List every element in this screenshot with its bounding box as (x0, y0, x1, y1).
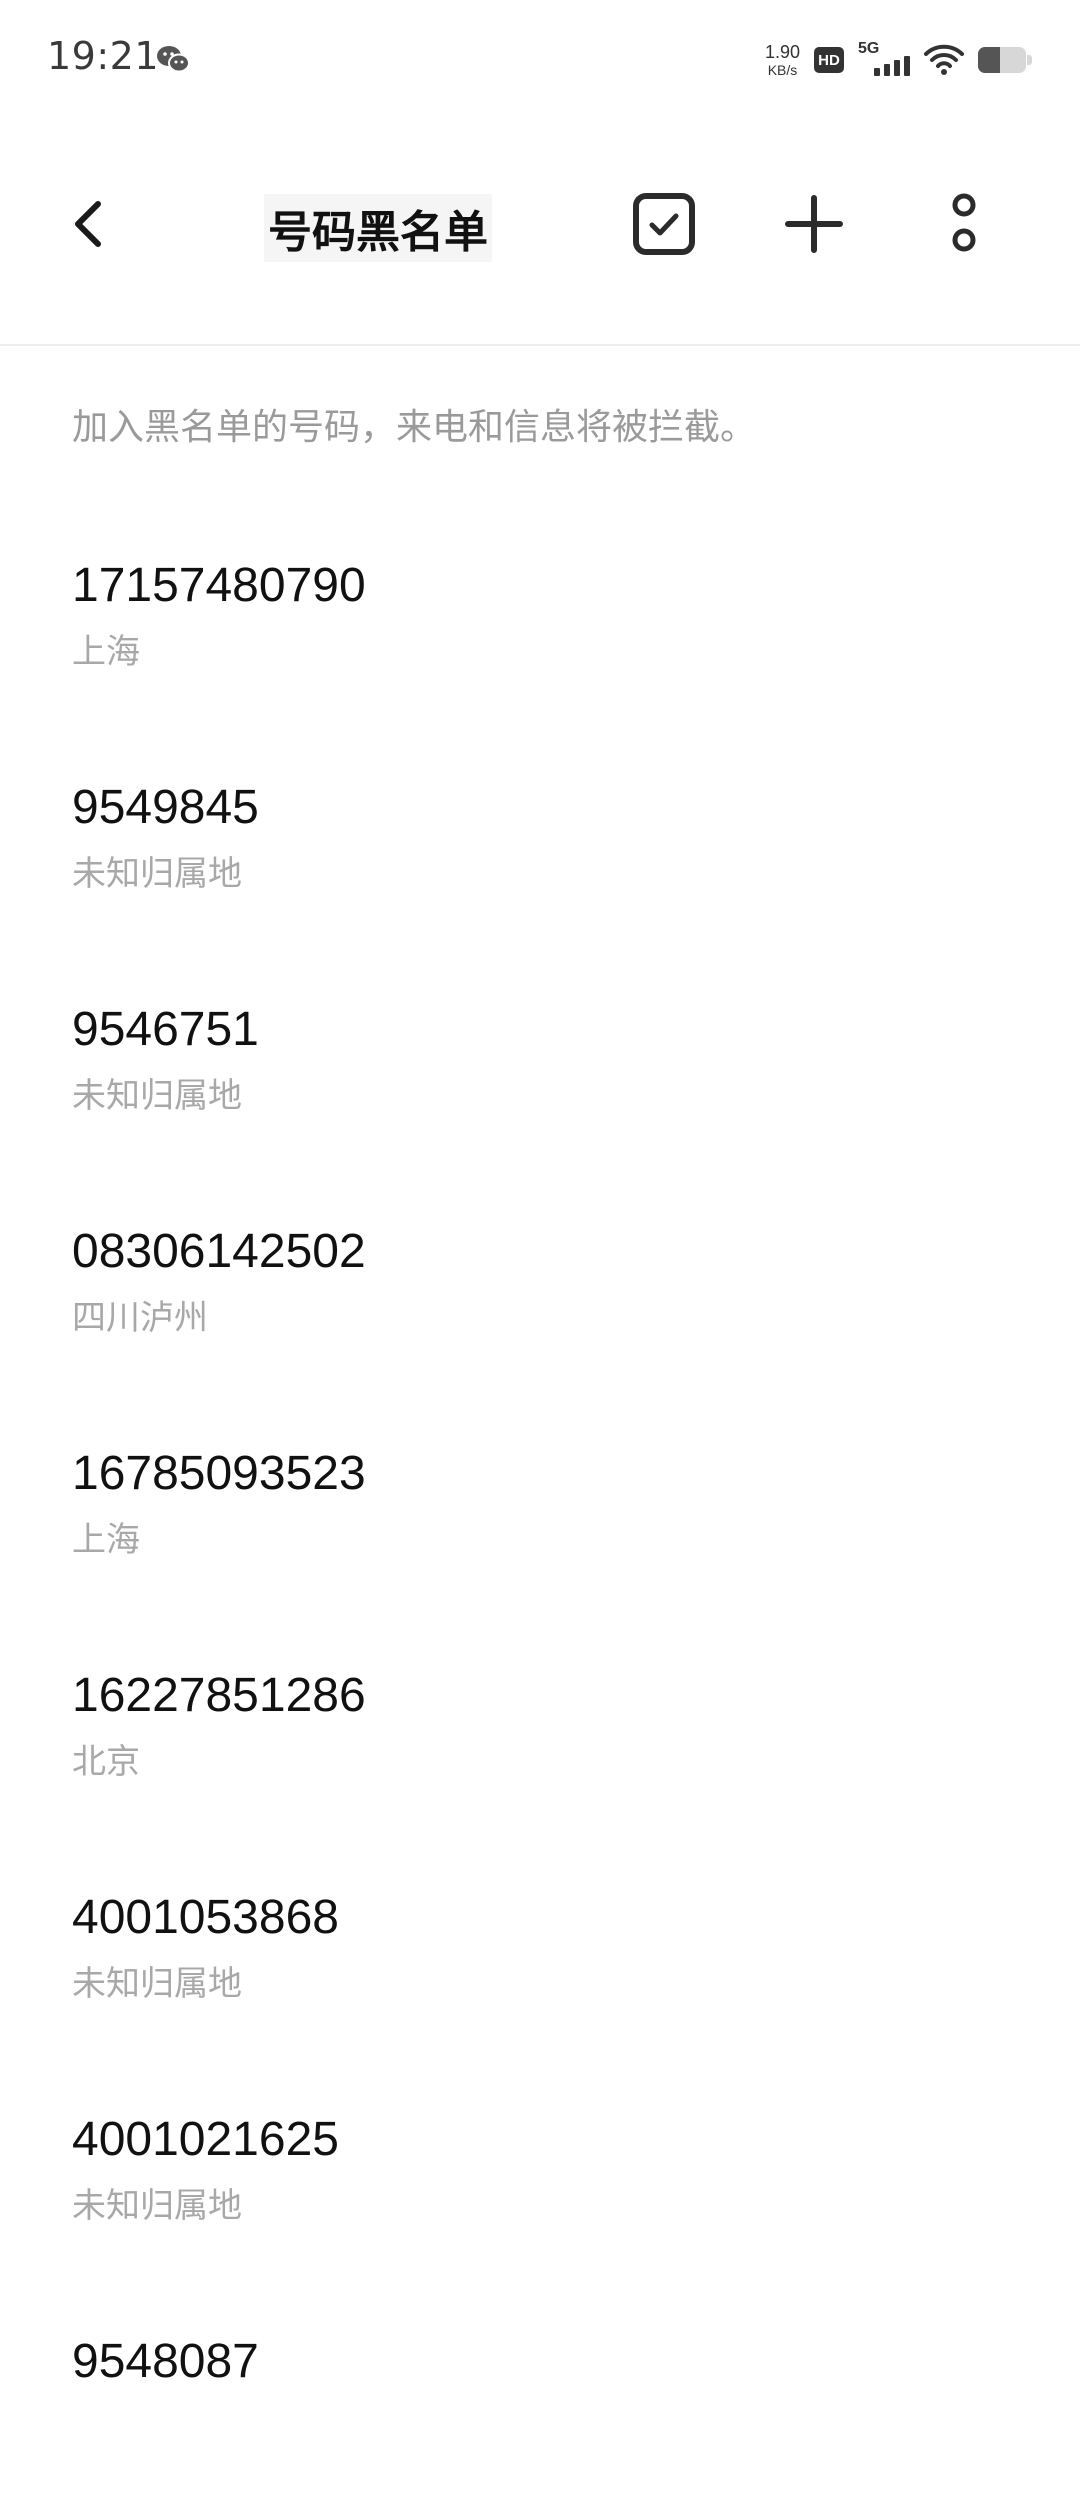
add-button[interactable] (772, 182, 856, 266)
status-indicators: 1.90 KB/s HD 5G (765, 36, 1032, 84)
phone-number: 4001021625 (72, 2113, 339, 2166)
page-title: 号码黑名单 (264, 194, 492, 262)
phone-number: 9548087 (72, 2335, 259, 2388)
phone-number: 9546751 (72, 1003, 259, 1056)
select-button[interactable] (622, 182, 706, 266)
number-location: 上海 (72, 1520, 140, 1560)
list-item[interactable]: 4001021625 未知归属地 (0, 2074, 1080, 2296)
phone-number: 9549845 (72, 781, 259, 834)
back-button[interactable] (50, 186, 126, 262)
list-item[interactable]: 9548087 (0, 2296, 1080, 2518)
phone-number: 16227851286 (72, 1669, 366, 1722)
network-speed: 1.90 KB/s (765, 43, 800, 77)
phone-number: 4001053868 (72, 1891, 339, 1944)
phone-number: 08306142502 (72, 1225, 366, 1278)
number-location: 未知归属地 (72, 2186, 242, 2226)
wechat-icon (157, 46, 190, 73)
list-item[interactable]: 08306142502 四川泸州 (0, 1186, 1080, 1408)
list-item[interactable]: 9546751 未知归属地 (0, 964, 1080, 1186)
action-bar: 号码黑名单 (0, 118, 1080, 346)
battery-level (978, 47, 1000, 73)
blocked-number-list: 17157480790 上海 9549845 未知归属地 9546751 未知归… (0, 520, 1080, 2518)
network-speed-value: 1.90 (764, 42, 800, 62)
list-item[interactable]: 9549845 未知归属地 (0, 742, 1080, 964)
plus-icon (785, 195, 843, 253)
status-bar: 19:21 1.90 KB/s HD 5G (0, 0, 1080, 118)
number-location: 未知归属地 (72, 854, 242, 894)
number-location: 未知归属地 (72, 1964, 242, 2004)
chevron-left-icon (75, 201, 101, 247)
list-item[interactable]: 4001053868 未知归属地 (0, 1852, 1080, 2074)
more-vertical-icon (952, 193, 976, 252)
phone-number: 17157480790 (72, 559, 366, 612)
phone-number: 16785093523 (72, 1447, 366, 1500)
list-item[interactable]: 16227851286 北京 (0, 1630, 1080, 1852)
checkbox-icon (633, 193, 695, 255)
header-divider (0, 344, 1080, 346)
battery-icon (978, 47, 1032, 73)
blocklist-hint: 加入黑名单的号码，来电和信息将被拦截。 (72, 407, 757, 448)
list-item[interactable]: 16785093523 上海 (0, 1408, 1080, 1630)
signal-bars (874, 56, 910, 76)
number-location: 未知归属地 (72, 1076, 242, 1116)
signal-icon: 5G (858, 40, 910, 78)
network-speed-unit: KB/s (767, 62, 798, 78)
wifi-icon (924, 44, 964, 75)
more-button[interactable] (922, 182, 1006, 266)
number-location: 北京 (72, 1742, 140, 1782)
number-location: 四川泸州 (72, 1298, 208, 1338)
number-location: 上海 (72, 632, 140, 672)
status-time: 19:21 (47, 34, 160, 78)
hd-icon: HD (814, 47, 844, 73)
list-item[interactable]: 17157480790 上海 (0, 520, 1080, 742)
